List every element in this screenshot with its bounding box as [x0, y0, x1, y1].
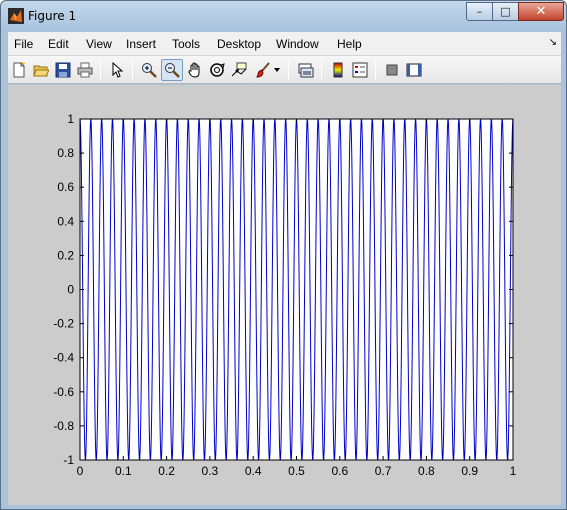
plot-axes[interactable]: 0 0.1 0.2 0.3 0.4 0.5 0.6 0.7 0.8 0.9 1 1 0.8 0.6 0.4 0…: [8, 85, 561, 505]
y-tick-label: 0.4: [57, 214, 74, 228]
print-button[interactable]: [74, 59, 96, 81]
brush-icon: [256, 62, 270, 78]
brush-dropdown-button[interactable]: [272, 59, 282, 81]
x-tick-label: 0.7: [375, 464, 392, 478]
x-tick-label: 1: [510, 464, 517, 478]
open-file-icon: [33, 65, 49, 77]
x-tick-label: 0.1: [115, 464, 132, 478]
figure-window: Figure 1 – □ ✕ File Edit View Insert Too…: [0, 0, 567, 510]
y-tick-label: 0: [67, 283, 74, 297]
y-tick-label: 0.8: [57, 146, 74, 160]
print-icon: [77, 62, 93, 78]
rotate-3d-button[interactable]: [206, 59, 228, 81]
toolbar-separator: [132, 60, 133, 80]
y-tick-label: 0.6: [57, 180, 74, 194]
menu-overflow-icon[interactable]: ↘: [549, 37, 557, 48]
save-button[interactable]: [52, 59, 74, 81]
new-figure-icon: [13, 62, 26, 78]
show-plot-tools-icon: [406, 63, 422, 77]
x-tick-label: 0.9: [461, 464, 478, 478]
new-figure-button[interactable]: [8, 59, 30, 81]
menu-view[interactable]: View: [86, 37, 112, 51]
open-file-button[interactable]: [30, 59, 52, 81]
zoom-in-button[interactable]: [138, 59, 160, 81]
link-plot-button[interactable]: [295, 59, 317, 81]
zoom-out-button[interactable]: [161, 59, 183, 81]
insert-legend-button[interactable]: [349, 59, 371, 81]
x-tick-label: 0.6: [331, 464, 348, 478]
minimize-button[interactable]: –: [466, 2, 493, 21]
title-bar[interactable]: Figure 1 – □ ✕: [1, 1, 566, 31]
axes-background: [80, 119, 513, 460]
toolbar-separator: [288, 60, 289, 80]
menu-window[interactable]: Window: [276, 37, 319, 51]
x-tick-label: 0.2: [158, 464, 175, 478]
brush-button[interactable]: [252, 59, 274, 81]
insert-colorbar-icon: [333, 62, 343, 78]
menu-file[interactable]: File: [14, 37, 33, 51]
y-tick-label: 1: [67, 112, 74, 126]
x-tick-label: 0: [77, 464, 84, 478]
data-cursor-icon: [231, 62, 247, 77]
zoom-out-icon: [165, 63, 180, 78]
data-cursor-button[interactable]: [228, 59, 250, 81]
toolbar-separator: [321, 60, 322, 80]
y-tick-label: -1: [63, 453, 74, 467]
close-button[interactable]: ✕: [518, 2, 564, 21]
maximize-button[interactable]: □: [492, 2, 519, 21]
hide-plot-tools-icon: [386, 64, 398, 76]
link-plot-icon: [298, 63, 314, 78]
menu-bar: File Edit View Insert Tools Desktop Wind…: [8, 32, 561, 56]
y-tick-label: -0.6: [53, 385, 74, 399]
maximize-icon: □: [500, 5, 511, 18]
menu-edit[interactable]: Edit: [48, 37, 69, 51]
y-tick-label: -0.8: [53, 419, 74, 433]
y-tick-label: -0.4: [53, 351, 74, 365]
window-title: Figure 1: [28, 9, 77, 23]
x-tick-label: 0.5: [288, 464, 305, 478]
brush-dropdown-icon: [274, 68, 280, 72]
menu-insert[interactable]: Insert: [126, 37, 156, 51]
pan-hand-icon: [188, 62, 200, 78]
toolbar-separator: [375, 60, 376, 80]
edit-plot-button[interactable]: [106, 59, 128, 81]
figure-canvas[interactable]: 0 0.1 0.2 0.3 0.4 0.5 0.6 0.7 0.8 0.9 1 1 0.8 0.6 0.4 0…: [8, 85, 561, 505]
insert-legend-icon: [352, 62, 368, 78]
pan-button[interactable]: [184, 59, 206, 81]
figure-toolbar: [8, 56, 561, 84]
minimize-icon: –: [476, 5, 483, 18]
x-tick-label: 0.3: [202, 464, 219, 478]
save-icon: [55, 62, 71, 78]
x-tick-label: 0.8: [418, 464, 435, 478]
rotate-3d-icon: [210, 63, 225, 77]
y-tick-label: 0.2: [57, 248, 74, 262]
y-tick-label: -0.2: [53, 317, 74, 331]
menu-tools[interactable]: Tools: [172, 37, 200, 51]
edit-plot-arrow-icon: [112, 62, 124, 78]
hide-plot-tools-button[interactable]: [381, 59, 403, 81]
menu-help[interactable]: Help: [337, 37, 362, 51]
insert-colorbar-button[interactable]: [327, 59, 349, 81]
zoom-in-icon: [142, 63, 157, 78]
matlab-logo-icon: [8, 8, 24, 24]
menu-desktop[interactable]: Desktop: [217, 37, 261, 51]
x-tick-label: 0.4: [245, 464, 262, 478]
close-icon: ✕: [535, 4, 547, 19]
show-plot-tools-button[interactable]: [403, 59, 425, 81]
toolbar-separator: [100, 60, 101, 80]
